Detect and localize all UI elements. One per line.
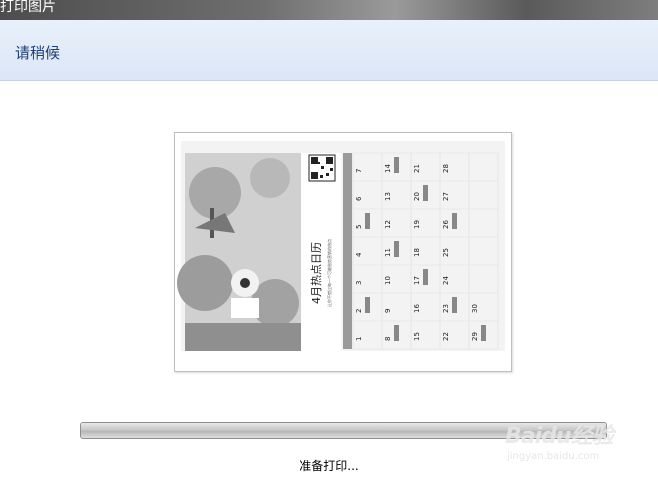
event-tag <box>365 297 370 313</box>
calendar-day: 17 <box>413 276 421 285</box>
wait-message: 请稍候 <box>15 44 61 62</box>
calendar-day: 14 <box>384 164 392 173</box>
calendar-day: 1 <box>355 337 363 341</box>
calendar-day: 21 <box>413 164 421 173</box>
calendar-day: 7 <box>355 169 363 173</box>
calendar-day: 13 <box>384 192 392 201</box>
window-titlebar: 打印图片 <box>0 0 658 20</box>
calendar-day: 4 <box>355 252 363 257</box>
watermark-url: jingyan.baidu.com <box>507 451 600 462</box>
calendar-day: 8 <box>384 337 392 341</box>
calendar-day: 9 <box>384 309 392 313</box>
calendar-day: 28 <box>442 164 450 173</box>
calendar-day: 5 <box>355 225 363 229</box>
calendar-day: 16 <box>413 304 421 313</box>
calendar-day: 30 <box>471 304 479 313</box>
calendar-day: 2 <box>355 309 363 313</box>
event-tag <box>452 213 457 229</box>
calendar-day: 15 <box>413 332 421 341</box>
calendar-day: 27 <box>442 192 450 201</box>
event-tag <box>481 325 486 341</box>
calendar-day: 11 <box>384 248 392 257</box>
event-tag <box>365 213 370 229</box>
calendar-day: 20 <box>413 192 421 201</box>
preview-image: 4月热点日历 让你不错过每一个可被借势营销的热点 123456789101112… <box>177 141 505 351</box>
calendar-day: 6 <box>355 196 363 201</box>
calendar-subtitle: 让你不错过每一个可被借势营销的热点 <box>326 239 332 307</box>
calendar-day: 3 <box>355 281 363 285</box>
window-title: 打印图片 <box>0 0 56 15</box>
calendar-day: 12 <box>384 220 392 229</box>
calendar-day: 23 <box>442 304 450 313</box>
event-tag <box>394 241 399 257</box>
watermark: Baidu经验 jingyan.baidu.com <box>505 418 625 478</box>
print-preview: 4月热点日历 让你不错过每一个可被借势营销的热点 1 2 3 4 5 6 7 8 9 10 11 12… <box>174 132 512 372</box>
calendar-day: 29 <box>471 332 479 341</box>
event-tag <box>423 185 428 201</box>
calendar-day: 19 <box>413 220 421 229</box>
calendar-day: 26 <box>442 220 450 229</box>
calendar-day: 18 <box>413 248 421 257</box>
calendar-day: 24 <box>442 276 450 285</box>
header-banner: 请稍候 <box>0 20 658 81</box>
calendar-day: 10 <box>384 276 392 285</box>
event-tag <box>452 297 457 313</box>
event-tag <box>394 325 399 341</box>
calendar-day: 22 <box>442 332 450 341</box>
event-tag <box>423 269 428 285</box>
calendar-title: 4月热点日历 <box>310 242 323 304</box>
calendar-day: 25 <box>442 248 450 257</box>
watermark-logo: Baidu经验 <box>505 424 614 449</box>
event-tag <box>394 157 399 173</box>
weekday-header-strip <box>343 153 352 349</box>
